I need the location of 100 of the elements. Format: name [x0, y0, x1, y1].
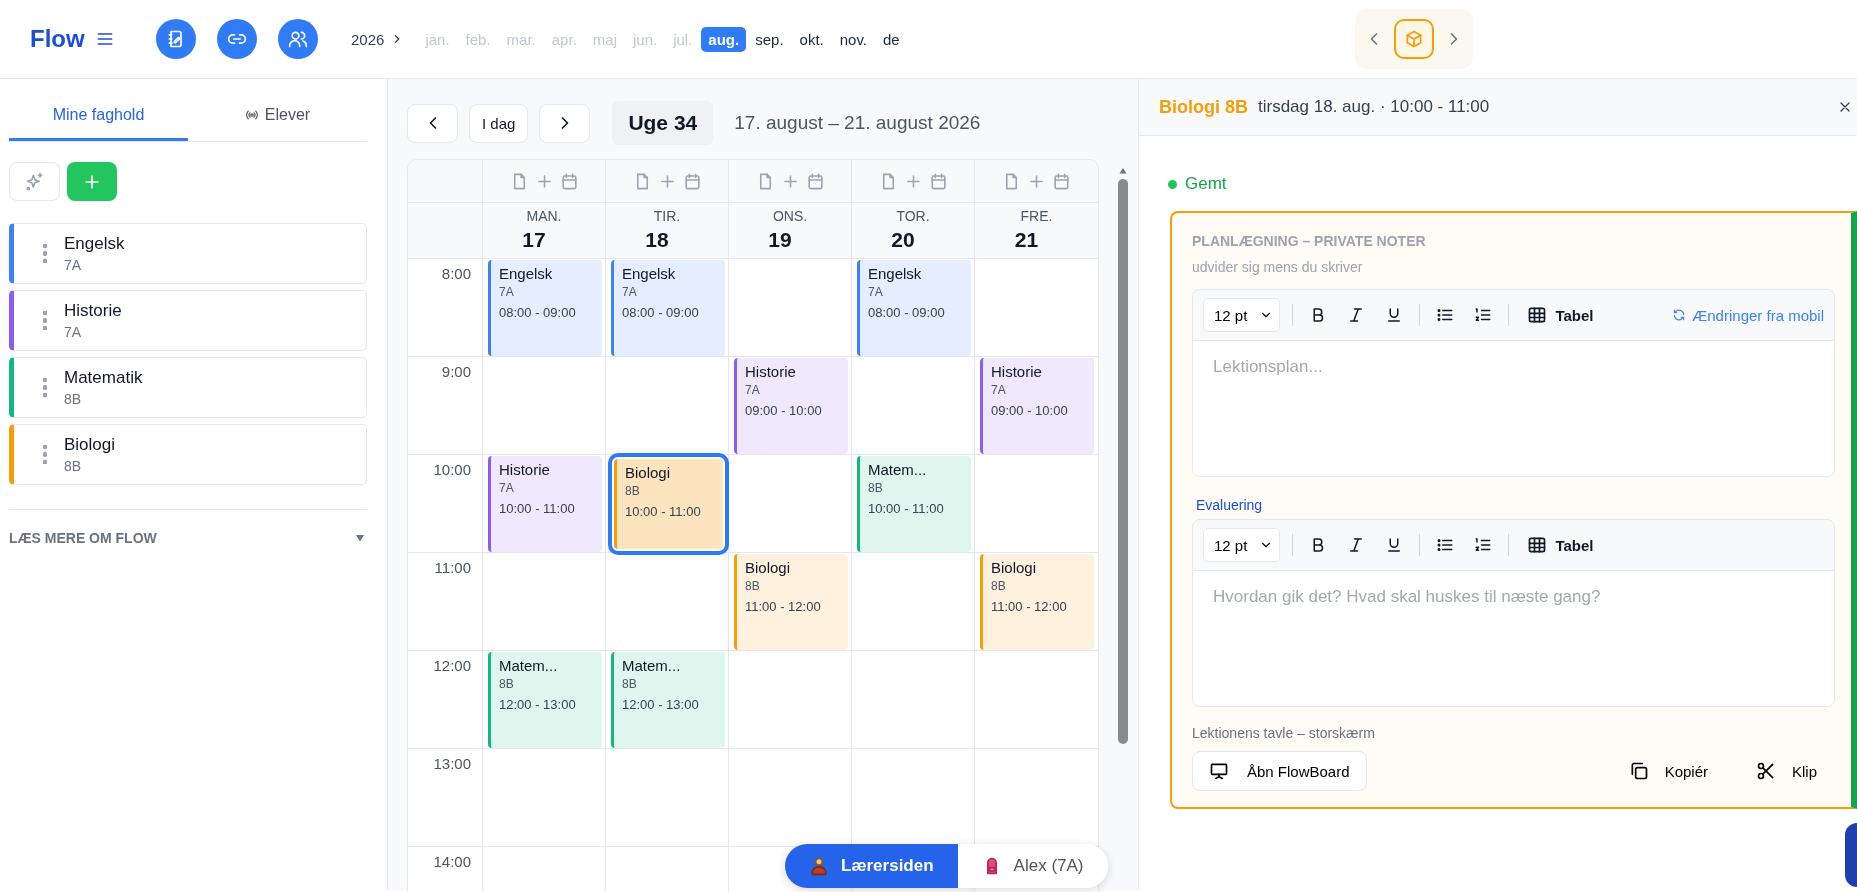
- add-button[interactable]: [67, 162, 117, 201]
- drag-handle-icon: [43, 311, 47, 330]
- calendar-button[interactable]: [805, 171, 825, 191]
- lesson-event[interactable]: Engelsk 7A 08:00 - 09:00: [611, 260, 725, 356]
- table-icon: [1527, 535, 1548, 555]
- calendar-icon: [805, 171, 825, 191]
- year-button[interactable]: 2026: [351, 30, 417, 48]
- lesson-event[interactable]: Biologi 8B 11:00 - 12:00: [980, 554, 1094, 650]
- tab[interactable]: Mine faghold: [9, 91, 188, 141]
- status-dot-icon: [1168, 179, 1177, 189]
- event-class: 7A: [499, 285, 514, 299]
- month-tab[interactable]: okt.: [792, 26, 831, 52]
- weekday-label: FRE.: [1020, 208, 1053, 224]
- calendar-button[interactable]: [559, 171, 579, 191]
- day-number: 17: [522, 228, 546, 252]
- event-class: 7A: [991, 383, 1006, 397]
- weekday-label: ONS.: [772, 208, 808, 224]
- people-icon: [288, 29, 308, 49]
- lesson-event[interactable]: Engelsk 7A 08:00 - 09:00: [857, 260, 971, 356]
- lesson-event[interactable]: Matem... 8B 12:00 - 13:00: [488, 652, 602, 748]
- event-time: 08:00 - 09:00: [622, 305, 699, 320]
- calendar-icon: [682, 171, 702, 191]
- font-size-select[interactable]: 12 pt: [1203, 528, 1281, 562]
- ai-button[interactable]: [9, 162, 60, 201]
- sync-link[interactable]: Ændringer fra mobil: [1672, 306, 1824, 324]
- weekday-label: TIR.: [653, 208, 681, 224]
- cut-button[interactable]: Klip: [1738, 761, 1835, 781]
- save-status: Gemt: [1185, 174, 1227, 194]
- next-week-button[interactable]: [539, 103, 591, 143]
- rich-text-editor[interactable]: 12 pt Tabel Hvordan gik det? Hvad skal huskes til næste gang?: [1192, 519, 1835, 707]
- event-title: Matem...: [622, 657, 681, 674]
- hour-label: 8:00: [441, 265, 471, 282]
- subject-card[interactable]: Historie 7A: [9, 290, 367, 351]
- lesson-event[interactable]: Historie 7A 10:00 - 11:00: [488, 456, 602, 552]
- notes-button[interactable]: [156, 19, 196, 59]
- hour-label: 10:00: [433, 461, 471, 478]
- lesson-event[interactable]: Engelsk 7A 08:00 - 09:00: [488, 260, 602, 356]
- table-button[interactable]: Tabel: [1521, 304, 1600, 326]
- event-time: 11:00 - 12:00: [991, 599, 1067, 614]
- copy-button[interactable]: Kopiér: [1610, 761, 1726, 781]
- cube-icon: [1404, 29, 1424, 49]
- month-tab[interactable]: sep.: [748, 26, 791, 52]
- lesson-event[interactable]: Biologi 8B 11:00 - 12:00: [734, 554, 848, 650]
- cube-button[interactable]: [1394, 19, 1434, 59]
- people-button[interactable]: [278, 19, 318, 59]
- view-toggle[interactable]: Lærersiden: [785, 844, 958, 888]
- floating-button[interactable]: [1845, 823, 1857, 887]
- month-tab[interactable]: nov.: [832, 26, 874, 52]
- links-button[interactable]: [217, 19, 257, 59]
- event-class: 8B: [499, 677, 514, 691]
- weekday-label: TOR.: [896, 208, 930, 224]
- event-time: 12:00 - 13:00: [499, 697, 576, 712]
- view-toggle[interactable]: Alex (7A): [957, 844, 1108, 888]
- today-button[interactable]: I dag: [469, 103, 529, 143]
- calendar-button[interactable]: [1052, 171, 1071, 191]
- event-title: Historie: [499, 461, 550, 478]
- subject-card[interactable]: Matematik 8B: [9, 357, 367, 418]
- day-number: 20: [891, 228, 915, 252]
- lesson-event[interactable]: Matem... 8B 10:00 - 11:00: [857, 456, 971, 552]
- event-class: 7A: [622, 285, 637, 299]
- event-class: 7A: [499, 481, 514, 495]
- scrollbar-thumb[interactable]: [1118, 179, 1128, 744]
- event-class: 8B: [622, 677, 637, 691]
- subject-card[interactable]: Engelsk 7A: [9, 223, 367, 284]
- rich-text-editor[interactable]: 12 pt Tabel Ændringer fra mobil Lektionsplan...: [1192, 289, 1835, 477]
- calendar-button[interactable]: [928, 171, 948, 191]
- previous-week-button[interactable]: [407, 103, 458, 143]
- calendar-button[interactable]: [682, 171, 702, 191]
- event-title: Biologi: [625, 464, 671, 481]
- bullet-list-icon: [1436, 536, 1455, 554]
- lesson-event[interactable]: Historie 7A 09:00 - 10:00: [980, 358, 1094, 454]
- table-button[interactable]: Tabel: [1521, 534, 1600, 556]
- event-title: Biologi: [745, 559, 791, 576]
- refresh-icon: [1672, 308, 1687, 322]
- event-class: 7A: [868, 285, 883, 299]
- event-class: 8B: [625, 484, 640, 498]
- event-class: 8B: [991, 579, 1006, 593]
- open-board-button[interactable]: Åbn FlowBoard: [1192, 751, 1367, 791]
- font-size-select[interactable]: 12 pt: [1203, 298, 1281, 332]
- sparkle-icon: [24, 171, 45, 192]
- subject-card[interactable]: Biologi 8B: [9, 424, 367, 485]
- calendar-icon: [928, 171, 948, 191]
- weekday-label: MAN.: [526, 208, 562, 224]
- tab[interactable]: Elever: [188, 91, 367, 141]
- event-time: 10:00 - 11:00: [868, 501, 944, 516]
- editor-label: Evaluering: [1196, 497, 1264, 513]
- event-time: 12:00 - 13:00: [622, 697, 699, 712]
- event-title: Matem...: [499, 657, 558, 674]
- month-tab[interactable]: de: [876, 26, 907, 52]
- event-title: Matem...: [868, 461, 927, 478]
- lesson-event[interactable]: Matem... 8B 12:00 - 13:00: [611, 652, 725, 748]
- event-class: 8B: [745, 579, 760, 593]
- event-time: 11:00 - 12:00: [745, 599, 821, 614]
- app-logo: Flow: [30, 25, 85, 53]
- hour-label: 12:00: [433, 657, 471, 674]
- subject-name: Historie: [64, 301, 122, 321]
- lesson-event[interactable]: Historie 7A 09:00 - 10:00: [734, 358, 848, 454]
- hour-label: 9:00: [441, 363, 471, 380]
- drag-handle-icon: [43, 244, 47, 263]
- month-tab[interactable]: aug.: [701, 26, 747, 52]
